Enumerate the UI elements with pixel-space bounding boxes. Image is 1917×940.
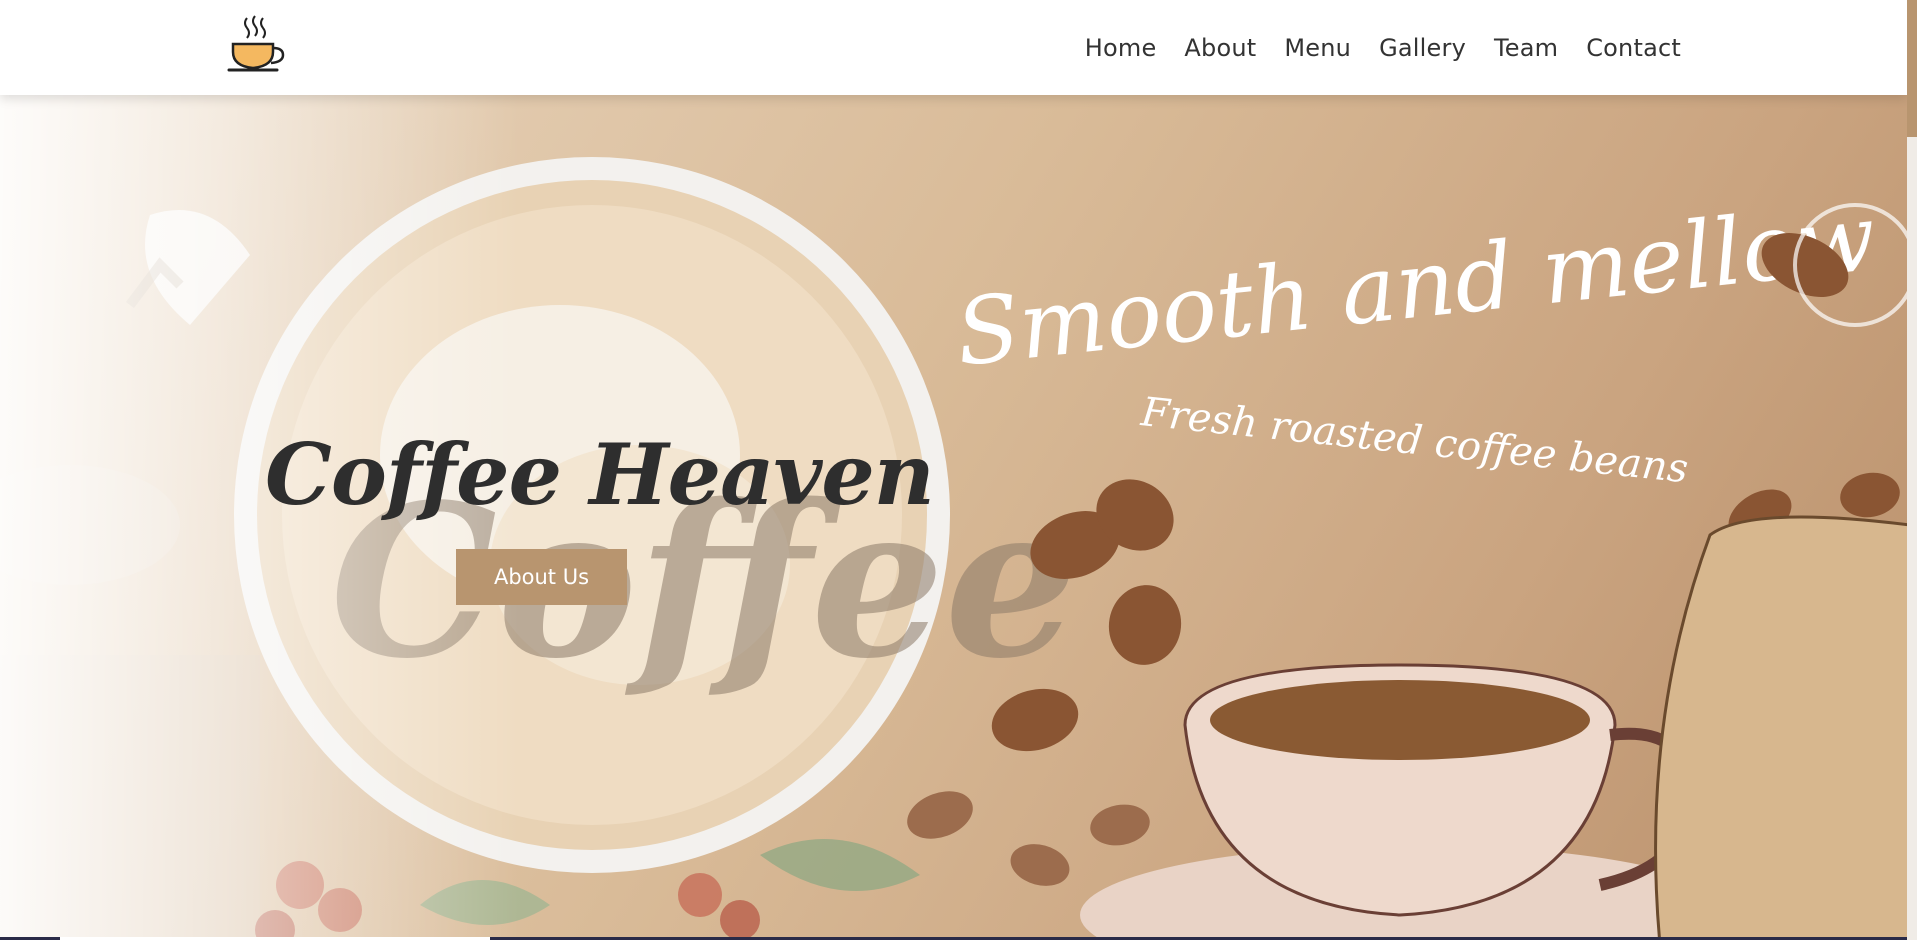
page-scrollbar[interactable] (1907, 0, 1917, 940)
coffee-cup-illustration (1080, 663, 1740, 940)
nav-link-team[interactable]: Team (1494, 34, 1558, 62)
svg-text:Smooth and mellow: Smooth and mellow (951, 184, 1881, 387)
main-nav: Home About Menu Gallery Team Contact (1085, 0, 1681, 95)
nav-link-home[interactable]: Home (1085, 34, 1157, 62)
svg-text:Fresh roasted coffee beans: Fresh roasted coffee beans (1138, 389, 1690, 492)
coffee-cup-icon[interactable] (225, 14, 287, 74)
nav-link-gallery[interactable]: Gallery (1379, 34, 1466, 62)
nav-link-contact[interactable]: Contact (1586, 34, 1681, 62)
nav-link-about[interactable]: About (1184, 34, 1256, 62)
hero-section: Coffee Smooth and mellow Fresh roasted c… (0, 95, 1907, 940)
about-us-button[interactable]: About Us (456, 549, 627, 605)
navbar: Home About Menu Gallery Team Contact (0, 0, 1907, 95)
nav-link-menu[interactable]: Menu (1284, 34, 1351, 62)
hero-title: Coffee Heaven (265, 425, 935, 524)
page-scrollbar-thumb[interactable] (1907, 0, 1917, 137)
coffee-sack-illustration (1654, 203, 1907, 940)
smooth-and-mellow-artwork: Smooth and mellow Fresh roasted coffee b… (951, 184, 1881, 492)
